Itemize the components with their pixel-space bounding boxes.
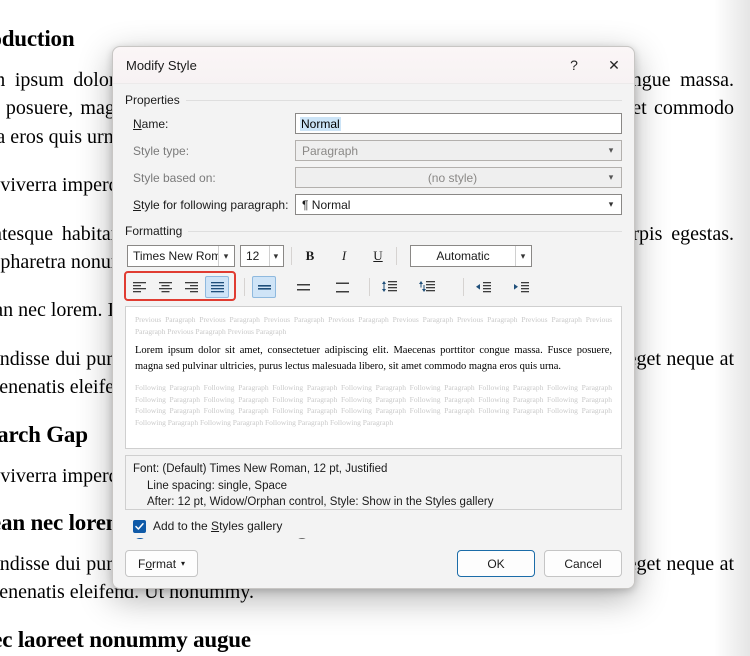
- style-based-on-field-row: Style based on: (no style) ▾: [125, 167, 622, 188]
- style-based-on-value: (no style): [427, 170, 478, 185]
- style-type-value: Paragraph: [302, 143, 359, 158]
- font-toolbar: Times New Roman ▾ 12 ▾ B I U Automatic ▾: [127, 244, 622, 268]
- dialog-body: Properties Name: Normal Style type: Para…: [113, 84, 634, 552]
- toolbar-divider: [463, 278, 464, 296]
- properties-group-text: Properties: [125, 93, 180, 107]
- add-to-gallery-label: Add to the Styles gallery: [153, 519, 283, 533]
- align-justify-button[interactable]: [205, 276, 229, 298]
- font-color-select[interactable]: Automatic ▾: [410, 245, 532, 267]
- bold-button[interactable]: B: [299, 245, 321, 267]
- line-spacing-double-button[interactable]: [330, 276, 354, 298]
- line-spacing-button-group: [252, 276, 356, 298]
- preview-previous-paragraph: Previous Paragraph Previous Paragraph Pr…: [135, 315, 612, 336]
- name-input[interactable]: Normal: [295, 113, 622, 134]
- italic-button[interactable]: I: [333, 245, 355, 267]
- line-spacing-single-button[interactable]: [252, 276, 276, 298]
- font-color-value: Automatic: [436, 249, 490, 263]
- toolbar-divider: [396, 247, 397, 265]
- chevron-down-icon: ▾: [218, 246, 233, 266]
- formatting-group-text: Formatting: [125, 224, 183, 238]
- chevron-down-icon: ▾: [515, 246, 530, 266]
- formatting-group-label: Formatting: [125, 224, 622, 238]
- help-icon[interactable]: ?: [554, 47, 594, 83]
- group-divider: [188, 230, 622, 232]
- style-preview: Previous Paragraph Previous Paragraph Pr…: [125, 306, 622, 449]
- style-type-label: Style type:: [133, 143, 190, 158]
- align-right-button[interactable]: [179, 276, 203, 298]
- style-description: Font: (Default) Times New Roman, 12 pt, …: [125, 455, 622, 510]
- following-paragraph-value: ¶ Normal: [302, 197, 351, 212]
- name-field-row: Name: Normal: [125, 113, 622, 134]
- line-spacing-1-5-button[interactable]: [291, 276, 315, 298]
- group-divider: [185, 99, 622, 101]
- description-line-3: After: 12 pt, Widow/Orphan control, Styl…: [147, 496, 494, 509]
- preview-following-paragraph: Following Paragraph Following Paragraph …: [135, 383, 612, 428]
- dialog-footer: Format ▾ OK Cancel: [113, 539, 634, 588]
- add-to-gallery-row[interactable]: Add to the Styles gallery: [125, 519, 622, 533]
- ok-button[interactable]: OK: [457, 550, 535, 577]
- style-type-select[interactable]: Paragraph ▾: [295, 140, 622, 161]
- name-input-value: Normal: [300, 116, 341, 131]
- modify-style-dialog: Modify Style ? ✕ Properties Name: Normal…: [112, 46, 635, 589]
- indent-button-group: [471, 276, 535, 298]
- style-based-on-label: Style based on:: [133, 170, 216, 185]
- decrease-indent-button[interactable]: [471, 276, 495, 298]
- paragraph-space-button-group: [377, 276, 441, 298]
- font-name-value: Times New Roman: [133, 249, 218, 263]
- align-center-button[interactable]: [153, 276, 177, 298]
- description-line-2: Line spacing: single, Space: [147, 479, 288, 492]
- increase-indent-button[interactable]: [509, 276, 533, 298]
- format-button[interactable]: Format ▾: [125, 550, 199, 577]
- decrease-space-before-button[interactable]: [377, 276, 401, 298]
- chevron-down-icon: ▾: [608, 199, 614, 209]
- cancel-button[interactable]: Cancel: [544, 550, 622, 577]
- toolbar-divider: [291, 247, 292, 265]
- description-line-1: Font: (Default) Times New Roman, 12 pt, …: [133, 463, 388, 475]
- chevron-down-icon: ▾: [268, 246, 282, 266]
- style-type-field-row: Style type: Paragraph ▾: [125, 140, 622, 161]
- chevron-down-icon: ▾: [608, 172, 614, 182]
- name-label: Name:: [133, 116, 169, 131]
- toolbar-divider: [369, 278, 370, 296]
- following-paragraph-select[interactable]: ¶ Normal ▾: [295, 194, 622, 215]
- following-paragraph-field-row: Style for following paragraph: ¶ Normal …: [125, 194, 622, 215]
- close-icon[interactable]: ✕: [594, 47, 634, 83]
- caret-down-icon: ▾: [181, 559, 186, 568]
- dialog-title: Modify Style: [126, 57, 197, 73]
- style-based-on-select[interactable]: (no style) ▾: [295, 167, 622, 188]
- align-left-button[interactable]: [127, 276, 151, 298]
- doc-heading-donec: Donec laoreet nonummy augue: [0, 626, 251, 652]
- dialog-titlebar: Modify Style ? ✕: [113, 47, 634, 84]
- format-button-label: Format: [138, 556, 177, 571]
- alignment-button-group: [127, 276, 231, 298]
- font-size-select[interactable]: 12 ▾: [240, 245, 284, 267]
- chevron-down-icon: ▾: [608, 145, 614, 155]
- following-paragraph-label: Style for following paragraph:: [133, 197, 289, 212]
- paragraph-toolbar: [124, 271, 622, 301]
- toolbar-divider: [244, 278, 245, 296]
- underline-button[interactable]: U: [367, 245, 389, 267]
- properties-group-label: Properties: [125, 93, 622, 107]
- preview-sample-text: Lorem ipsum dolor sit amet, consectetuer…: [135, 345, 612, 373]
- font-size-value: 12: [246, 249, 260, 263]
- font-name-select[interactable]: Times New Roman ▾: [127, 245, 235, 267]
- increase-space-after-button[interactable]: [415, 276, 439, 298]
- checkbox-checked-icon: [133, 519, 146, 533]
